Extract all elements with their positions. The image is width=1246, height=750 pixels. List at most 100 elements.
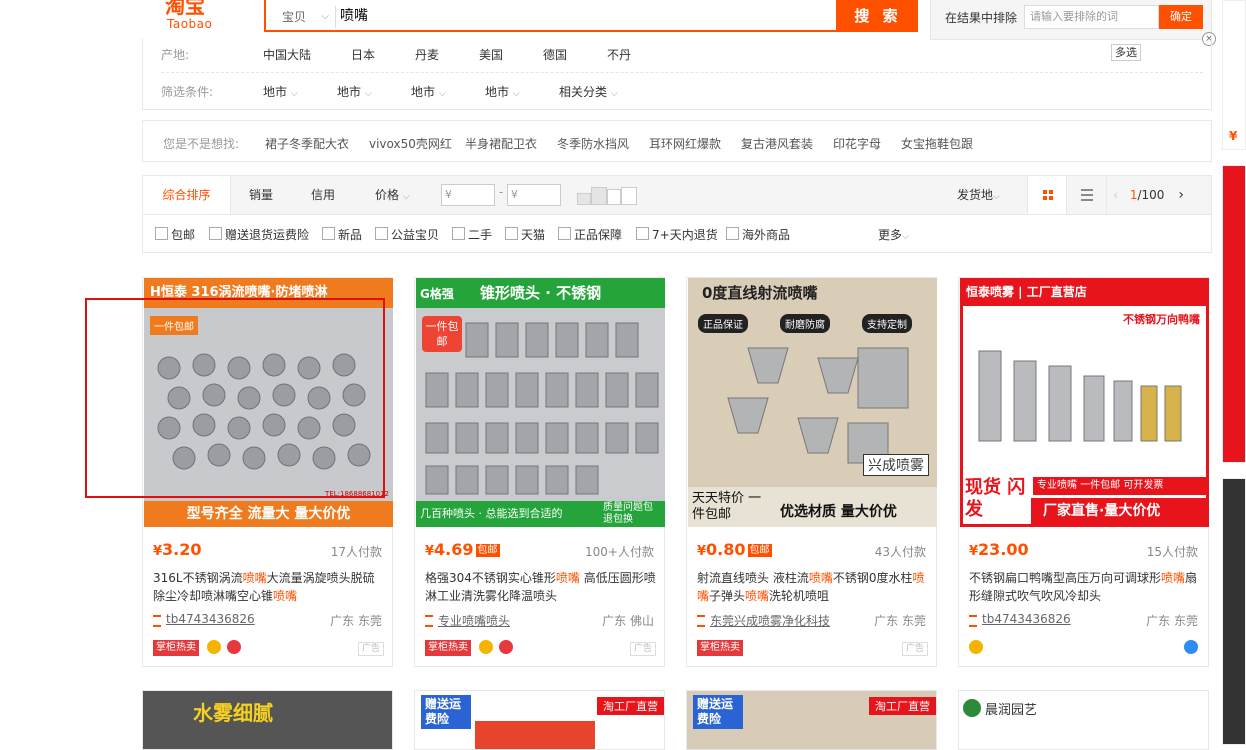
product-title[interactable]: 316L不锈钢涡流喷嘴大流量涡旋喷头脱硫除尘冷却喷淋嘴空心锥喷嘴 [153, 569, 385, 605]
suggestion-link[interactable]: vivox50壳网红 [369, 135, 452, 152]
side-ad[interactable] [1222, 478, 1246, 745]
prev-page-icon[interactable]: ‹ [1113, 188, 1118, 202]
condition-dropdown[interactable]: 地市 ⌵ [485, 83, 520, 100]
suggestion-link[interactable]: 女宝拖鞋包跟 [901, 135, 973, 152]
shop-link[interactable]: tb4743436826 [969, 612, 1071, 627]
shop-link[interactable]: tb4743436826 [153, 612, 255, 627]
product-title[interactable]: 射流直线喷头 液柱流喷嘴不锈钢0度水柱喷嘴子弹头喷嘴洗轮机喷咀 [697, 569, 929, 605]
list-view-icon[interactable] [1067, 176, 1107, 214]
hot-badge: 掌柜热卖 [697, 640, 743, 656]
exclude-confirm-button[interactable]: 确定 [1159, 5, 1203, 29]
grid-view-icon[interactable] [1027, 176, 1067, 214]
origin-option[interactable]: 丹麦 [415, 46, 439, 63]
image-banner: 0度直线射流喷嘴 [702, 284, 818, 302]
shop-link[interactable]: 专业喷嘴喷头 [425, 612, 510, 629]
image-left-text: 现货 闪发 [965, 477, 1026, 520]
droplet-icon [1184, 640, 1198, 654]
ad-label: 广告 [629, 642, 656, 656]
condition-dropdown[interactable]: 地市 ⌵ [263, 83, 298, 100]
checkbox-return-insurance[interactable]: 赠送退货运费险 [209, 226, 309, 243]
sort-sales-tab[interactable]: 销量 [249, 176, 273, 214]
image-footer: 型号齐全 流量大 量大价优 [144, 501, 393, 527]
sort-price-tab[interactable]: 价格 ⌵ [375, 176, 410, 214]
product-card[interactable]: 恒泰喷雾 | 工厂直营店 不锈钢万向鸭嘴 专业喷嘴 一件包邮 可开发票 现货 闪… [958, 277, 1209, 667]
shop-link[interactable]: 东莞兴成喷雾净化科技 [697, 612, 830, 629]
exclude-input[interactable]: 请输入要排除的词 [1024, 5, 1159, 29]
product-image[interactable]: 恒泰喷雾 | 工厂直营店 不锈钢万向鸭嘴 专业喷嘴 一件包邮 可开发票 现货 闪… [960, 278, 1209, 527]
image-tag: 正品保证 [698, 314, 748, 333]
product-card[interactable]: 赠送运费险 淘工厂直营 [414, 690, 665, 750]
image-watermark: 兴成喷雾 [863, 454, 929, 476]
image-caption: 晨润园艺 [985, 703, 1038, 718]
condition-dropdown[interactable]: 地市 ⌵ [337, 83, 372, 100]
product-title[interactable]: 不锈钢扁口鸭嘴型高压万向可调球形喷嘴扇形缝隙式吹气吹风冷却头 [969, 569, 1201, 605]
chevron-down-icon: ⌵ [402, 192, 410, 202]
next-page-icon[interactable]: › [1178, 187, 1184, 203]
checkbox-secondhand[interactable]: 二手 [452, 226, 492, 243]
suggestion-bar: 您是不是想找: 裙子冬季配大衣 vivox50壳网红 半身裙配卫衣 冬季防水挡风… [142, 120, 1212, 162]
divider [161, 72, 1203, 73]
checkbox-overseas[interactable]: 海外商品 [726, 226, 790, 243]
free-shipping-tag: 包邮 [747, 544, 772, 557]
price: ¥3.20 [153, 540, 202, 559]
search-input[interactable]: 喷嘴 [340, 0, 368, 30]
product-title[interactable]: 格强304不锈钢实心锥形喷嘴 高低压圆形喷淋工业清洗雾化降温喷头 [425, 569, 657, 605]
price-max-input[interactable]: ¥ [507, 184, 561, 206]
product-card[interactable]: 水雾细腻 [142, 690, 393, 750]
sort-default-tab[interactable]: 综合排序 [143, 176, 231, 214]
checkbox-genuine[interactable]: 正品保障 [558, 226, 622, 243]
exclude-label: 在结果中排除 [945, 11, 1018, 25]
location: 广东 佛山 [602, 614, 654, 628]
hot-badge: 掌柜热卖 [153, 640, 199, 656]
multi-select-button[interactable]: 多选 [1111, 44, 1141, 61]
image-caption: 水雾细腻 [193, 701, 273, 725]
origin-option[interactable]: 不丹 [607, 46, 631, 63]
suggestion-link[interactable]: 印花字母 [833, 135, 881, 152]
image-note: 质量问题包退包换 [603, 502, 661, 526]
product-image[interactable]: 锥形喷头 · 不锈钢 G格强 一件包邮 几百种喷头 · 总能选到合适的 质量问题… [416, 278, 665, 527]
search-button[interactable]: 搜 索 [838, 0, 918, 32]
price-min-input[interactable]: ¥ [441, 184, 495, 206]
image-tag: 耐磨防腐 [780, 314, 830, 333]
sort-credit-tab[interactable]: 信用 [311, 176, 335, 214]
filter-checkboxes: 包邮 赠送退货运费险 新品 公益宝贝 二手 天猫 正品保障 7+天内退货 海外商… [142, 215, 1212, 253]
suggestion-link[interactable]: 半身裙配卫衣 [465, 135, 537, 152]
price-dash: - [499, 185, 504, 199]
paid-count: 43人付款 [874, 545, 926, 559]
checkbox-new[interactable]: 新品 [322, 226, 362, 243]
search-scope-select[interactable]: 宝贝 ⌵ [272, 6, 336, 28]
product-card[interactable]: 晨润园艺 [958, 690, 1209, 750]
checkbox-charity[interactable]: 公益宝贝 [375, 226, 439, 243]
origin-option[interactable]: 德国 [543, 46, 567, 63]
taobao-logo[interactable]: 淘宝 Taobao [165, 0, 235, 36]
side-ad[interactable] [1222, 165, 1246, 463]
product-card[interactable]: 锥形喷头 · 不锈钢 G格强 一件包邮 几百种喷头 · 总能选到合适的 质量问题… [414, 277, 665, 667]
medal-icon [207, 640, 221, 654]
side-ad[interactable]: ¥ [1222, 0, 1246, 150]
image-banner: 恒泰喷雾 | 工厂直营店 [963, 281, 1206, 306]
product-card[interactable]: 0度直线射流喷嘴 正品保证 耐磨防腐 支持定制 兴成喷雾 天天特价 一件包邮 优… [686, 277, 937, 667]
suggest-label: 您是不是想找: [163, 137, 240, 151]
origin-option[interactable]: 美国 [479, 46, 503, 63]
suggestion-link[interactable]: 复古港风套装 [741, 135, 813, 152]
factory-tag: 淘工厂直营 [869, 697, 936, 715]
condition-dropdown[interactable]: 地市 ⌵ [411, 83, 446, 100]
checkbox-7day-return[interactable]: 7+天内退货 [636, 226, 718, 243]
suggestion-link[interactable]: 裙子冬季配大衣 [265, 135, 349, 152]
suggestion-link[interactable]: 耳环网红爆款 [649, 135, 721, 152]
product-image[interactable]: 0度直线射流喷嘴 正品保证 耐磨防腐 支持定制 兴成喷雾 天天特价 一件包邮 优… [688, 278, 937, 527]
image-brand: G格强 [420, 287, 454, 301]
checkbox-free-shipping[interactable]: 包邮 [155, 226, 195, 243]
more-dropdown[interactable]: 更多⌵ [878, 226, 909, 243]
checkbox-tmall[interactable]: 天猫 [505, 226, 545, 243]
category-dropdown[interactable]: 相关分类 ⌵ [559, 83, 618, 100]
product-card[interactable]: 赠送运费险 淘工厂直营 [686, 690, 937, 750]
price-range-slider[interactable] [577, 185, 637, 207]
origin-option[interactable]: 日本 [351, 46, 375, 63]
location: 广东 东莞 [874, 614, 926, 628]
hot-badge: 掌柜热卖 [425, 640, 471, 656]
origin-option[interactable]: 中国大陆 [263, 46, 311, 63]
ship-from-dropdown[interactable]: 发货地⌵ [957, 176, 1000, 214]
suggestion-link[interactable]: 冬季防水挡风 [557, 135, 629, 152]
filter-panel: 产地: 中国大陆 日本 丹麦 美国 德国 不丹 多选 筛选条件: 地市 ⌵ 地市… [142, 38, 1212, 110]
